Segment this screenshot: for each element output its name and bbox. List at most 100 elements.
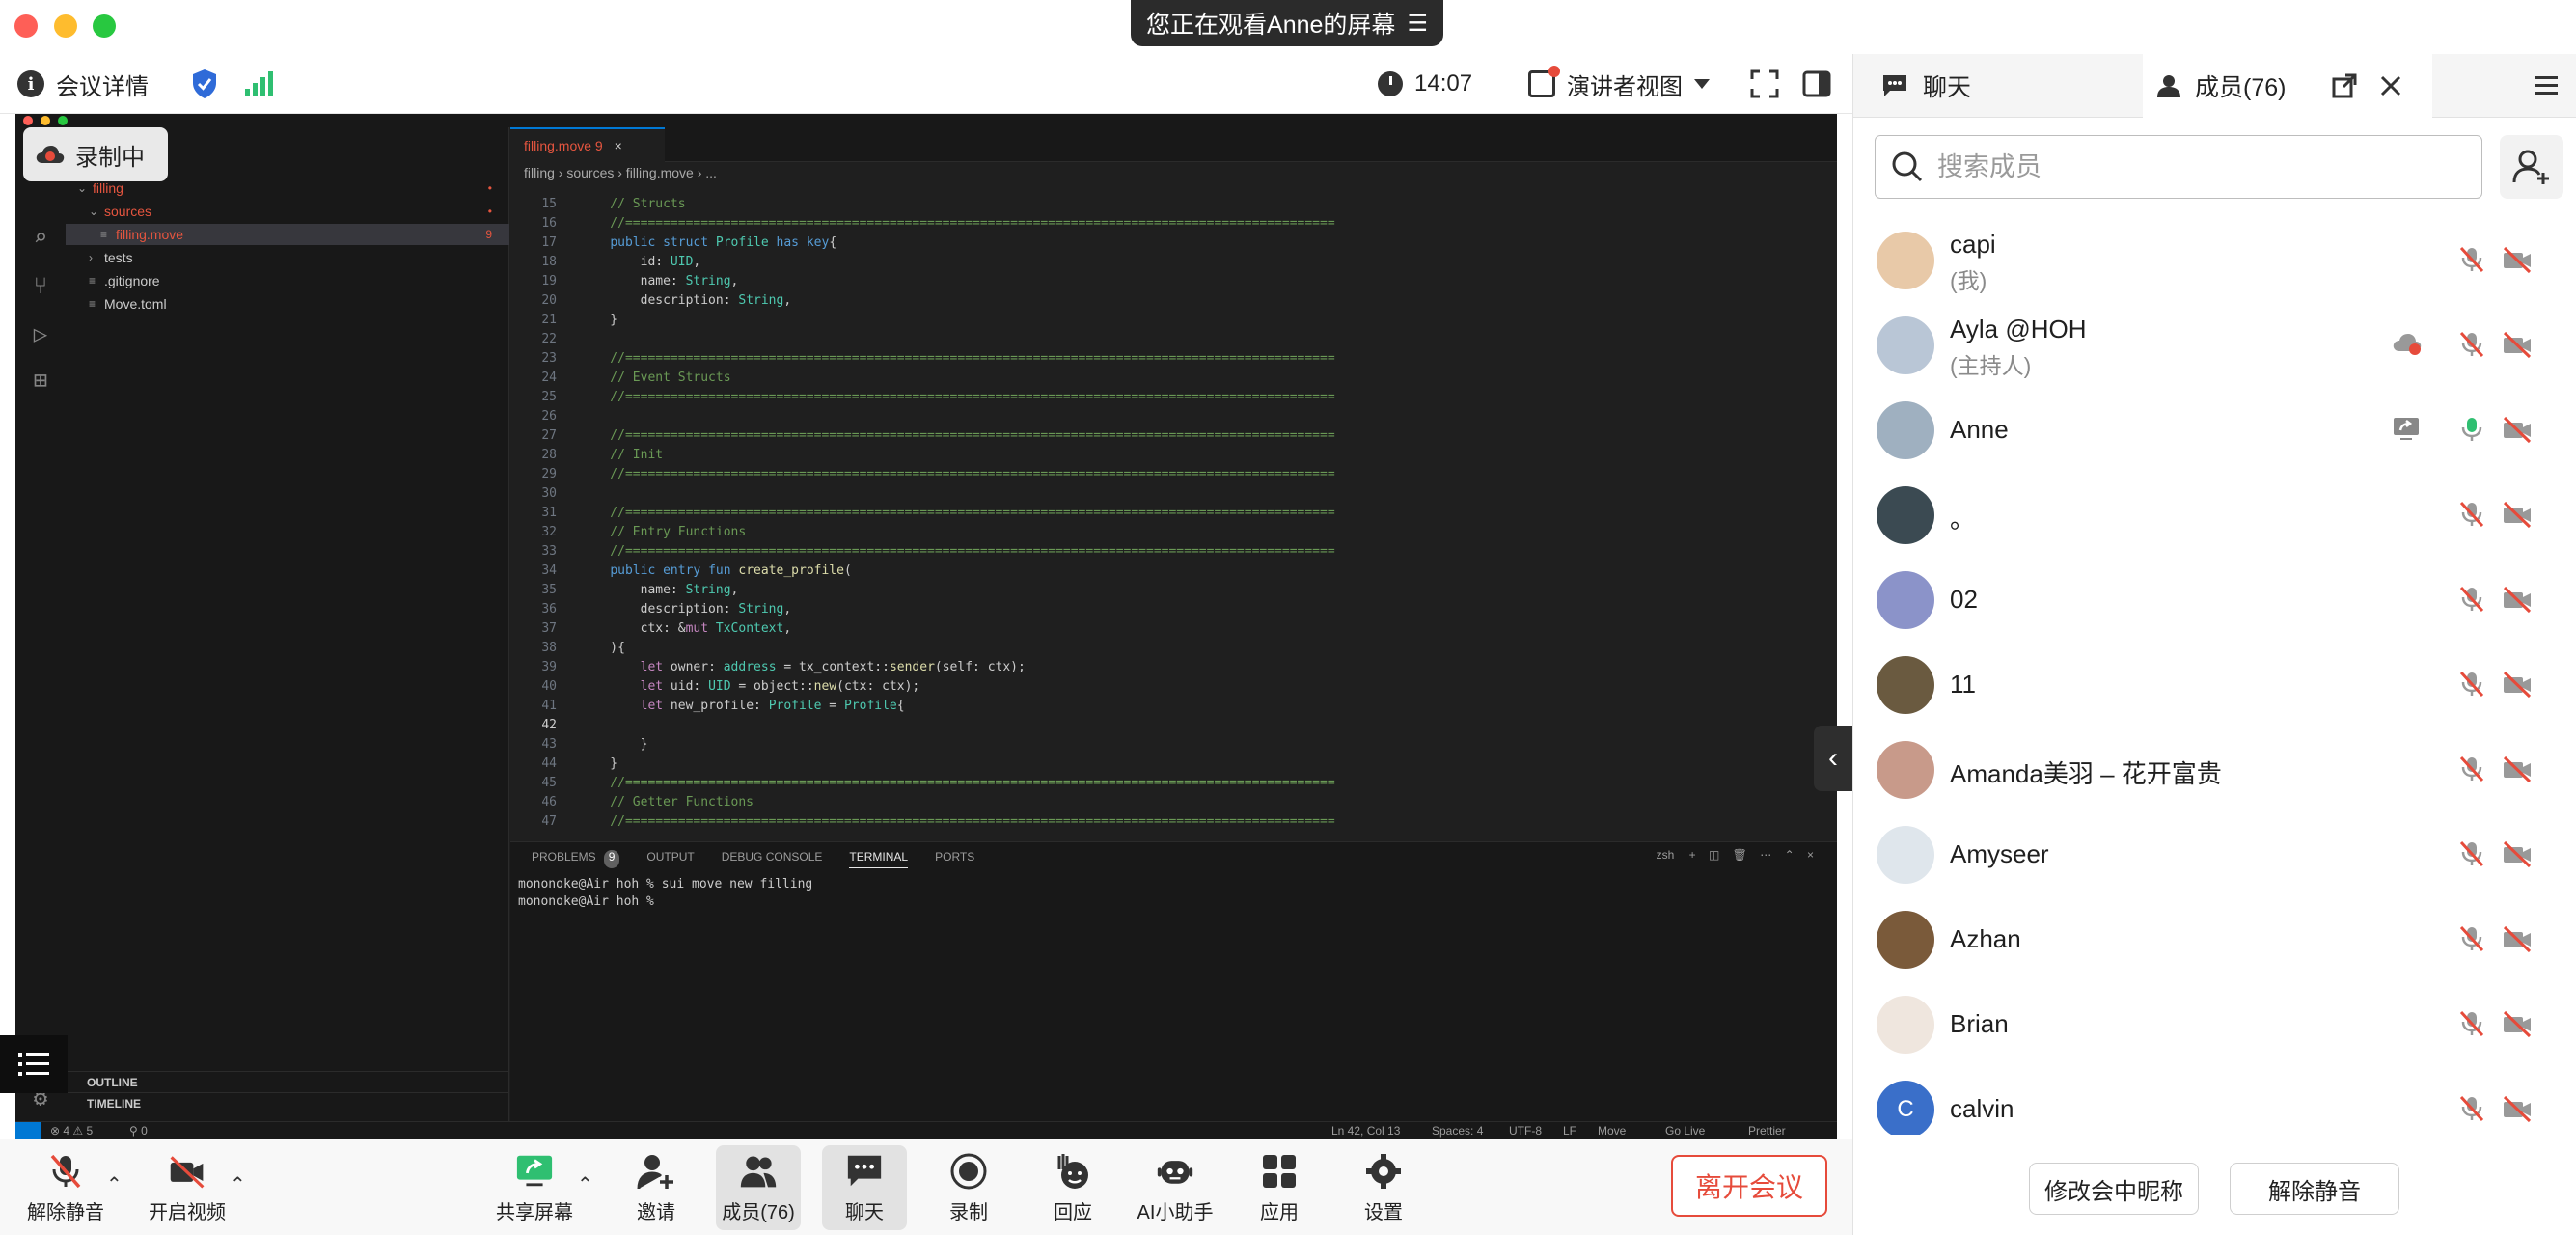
unmute-button[interactable]: 解除静音 [23, 1145, 108, 1230]
presenter-view-dropdown[interactable]: 演讲者视图 [1528, 54, 1710, 114]
rename-in-meeting-button[interactable]: 修改会中昵称 [2029, 1163, 2199, 1215]
member-row[interactable]: 11 [1853, 643, 2576, 727]
more-actions-icon[interactable]: ⋯ [1760, 848, 1771, 862]
camera-off-icon[interactable] [2502, 330, 2533, 361]
tab-chat[interactable]: 聊天 [1867, 54, 2137, 118]
camera-off-icon[interactable] [2502, 924, 2533, 955]
mic-muted-icon[interactable] [2457, 670, 2488, 700]
member-row[interactable]: Amyseer [1853, 812, 2576, 897]
status-prettier[interactable]: Prettier [1748, 1124, 1786, 1138]
start-video-button[interactable]: 开启视频 [145, 1145, 230, 1230]
network-signal-button[interactable] [245, 54, 273, 114]
mic-muted-icon[interactable] [2457, 1094, 2488, 1125]
ai-assistant-button[interactable]: AI小助手 [1133, 1145, 1218, 1230]
camera-off-icon[interactable] [2502, 245, 2533, 276]
menu-icon[interactable]: ☰ [1407, 10, 1428, 38]
video-options-chevron-up-icon[interactable]: ⌃ [230, 1172, 249, 1195]
mic-muted-icon[interactable] [2457, 500, 2488, 531]
search-icon[interactable]: ⌕ [27, 224, 54, 251]
explorer-item[interactable]: ≡ filling.move 9 [66, 224, 509, 245]
explorer-item[interactable]: ≡ .gitignore [66, 270, 509, 291]
timeline-section[interactable]: TIMELINE [66, 1092, 509, 1113]
add-terminal-icon[interactable]: + [1689, 848, 1696, 862]
share-screen-button[interactable]: 共享屏幕 [492, 1145, 577, 1230]
mic-muted-icon[interactable] [2457, 330, 2488, 361]
member-row[interactable]: Amanda美羽 – 花开富贵 [1853, 727, 2576, 812]
panel-tab[interactable]: PROBLEMS [532, 850, 596, 868]
record-button[interactable]: 录制 [926, 1145, 1011, 1230]
panel-tab[interactable]: OUTPUT [646, 850, 694, 868]
member-row[interactable]: Anne [1853, 388, 2576, 473]
camera-off-icon[interactable] [2502, 1094, 2533, 1125]
share-options-chevron-up-icon[interactable]: ⌃ [577, 1172, 596, 1195]
window-minimize-button[interactable] [54, 14, 77, 38]
terminal-shell-indicator[interactable]: zsh + ◫ 🗑 ⋯ ⌃ × [1657, 848, 1814, 862]
invite-button[interactable]: 邀请 [614, 1145, 699, 1230]
camera-off-icon[interactable] [2502, 839, 2533, 870]
extensions-icon[interactable]: ⊞ [27, 367, 54, 394]
camera-off-icon[interactable] [2502, 755, 2533, 785]
outline-section[interactable]: OUTLINE [66, 1071, 509, 1092]
delete-terminal-icon[interactable]: 🗑 [1733, 848, 1747, 862]
editor-tab-filling-move[interactable]: filling.move 9 × [510, 127, 665, 162]
split-terminal-icon[interactable]: ◫ [1709, 848, 1719, 862]
member-row[interactable]: 。 [1853, 473, 2576, 558]
security-shield-button[interactable] [191, 54, 218, 114]
member-row[interactable]: Ccalvin [1853, 1067, 2576, 1135]
window-close-button[interactable] [14, 14, 38, 38]
editor-breadcrumb[interactable]: filling › sources › filling.move › ... [510, 162, 717, 183]
apps-button[interactable]: 应用 [1237, 1145, 1322, 1230]
meeting-details-button[interactable]: i 会议详情 [17, 54, 149, 114]
status-language[interactable]: Move [1598, 1124, 1626, 1138]
chat-button[interactable]: 聊天 [822, 1145, 907, 1230]
member-row[interactable]: capi (我) [1853, 218, 2576, 303]
status-encoding[interactable]: UTF-8 [1509, 1124, 1542, 1138]
member-row[interactable]: Azhan [1853, 897, 2576, 982]
react-button[interactable]: 回应 [1030, 1145, 1115, 1230]
source-control-icon[interactable]: ⑂ [27, 272, 54, 299]
fullscreen-button[interactable] [1750, 54, 1779, 114]
mic-on-icon[interactable] [2457, 415, 2488, 446]
camera-off-icon[interactable] [2502, 585, 2533, 616]
status-position[interactable]: Ln 42, Col 13 [1331, 1124, 1400, 1138]
code-editor[interactable]: 15 // Structs 16 //======================… [510, 195, 1794, 832]
panel-tab[interactable]: TERMINAL [849, 850, 909, 868]
member-search-input[interactable] [1937, 151, 2458, 182]
unmute-self-button[interactable]: 解除静音 [2230, 1163, 2399, 1215]
audio-options-chevron-up-icon[interactable]: ⌃ [106, 1172, 125, 1195]
members-button[interactable]: 成员(76) [716, 1145, 801, 1230]
run-debug-icon[interactable]: ▷ [27, 320, 54, 347]
mic-muted-icon[interactable] [2457, 924, 2488, 955]
mic-muted-icon[interactable] [2457, 1009, 2488, 1040]
member-row[interactable]: 02 [1853, 558, 2576, 643]
mic-muted-icon[interactable] [2457, 755, 2488, 785]
tab-close-icon[interactable]: × [615, 138, 622, 153]
close-panel-button[interactable] [2378, 73, 2403, 103]
status-eol[interactable]: LF [1563, 1124, 1576, 1138]
add-member-button[interactable] [2500, 135, 2563, 199]
mic-muted-icon[interactable] [2457, 585, 2488, 616]
mic-muted-icon[interactable] [2457, 839, 2488, 870]
explorer-item[interactable]: ≡ Move.toml [66, 293, 509, 315]
window-zoom-button[interactable] [93, 14, 116, 38]
camera-off-icon[interactable] [2502, 500, 2533, 531]
explorer-item[interactable]: › tests [66, 247, 509, 268]
status-ports[interactable]: ⚲ 0 [129, 1124, 148, 1138]
panel-tab[interactable]: PORTS [935, 850, 974, 868]
maximize-panel-icon[interactable]: ⌃ [1785, 848, 1795, 862]
camera-off-icon[interactable] [2502, 415, 2533, 446]
screen-share-banner[interactable]: 您正在观看Anne的屏幕 ☰ [1131, 0, 1443, 46]
mic-muted-icon[interactable] [2457, 245, 2488, 276]
member-row[interactable]: Brian [1853, 982, 2576, 1067]
toggle-sidebar-button[interactable] [1802, 54, 1831, 114]
camera-off-icon[interactable] [2502, 670, 2533, 700]
status-errors[interactable]: ⊗ 4 ⚠ 5 [50, 1124, 93, 1138]
panel-tab[interactable]: DEBUG CONSOLE [722, 850, 823, 868]
popout-panel-button[interactable] [2332, 73, 2357, 103]
panel-menu-button[interactable] [2533, 73, 2560, 103]
member-row[interactable]: Ayla @HOH (主持人) [1853, 303, 2576, 388]
status-golive[interactable]: Go Live [1665, 1124, 1705, 1138]
leave-meeting-button[interactable]: 离开会议 [1671, 1155, 1827, 1217]
explorer-item[interactable]: ⌄ sources • [66, 201, 509, 222]
collapse-panel-button[interactable]: ‹ [1814, 726, 1852, 791]
